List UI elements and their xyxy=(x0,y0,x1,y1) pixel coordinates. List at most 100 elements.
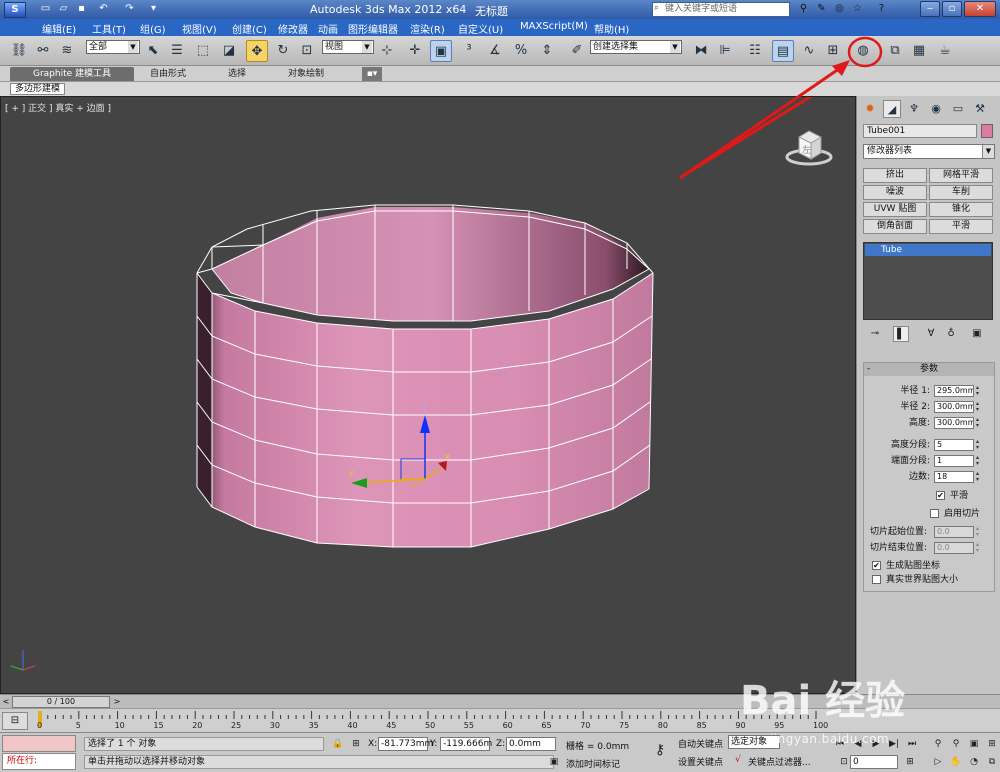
auto-key-button[interactable]: 自动关键点 xyxy=(678,737,723,750)
time-config-icon[interactable]: ⊞ xyxy=(902,755,918,769)
zoom-all-icon[interactable]: ⚲ xyxy=(948,737,964,751)
rendered-frame-icon[interactable]: ▦ xyxy=(908,40,930,62)
quick-access-dropdown-icon[interactable]: ▾ xyxy=(146,2,161,16)
maxscript-listener[interactable] xyxy=(2,735,76,752)
selection-filter-select[interactable]: 全部 ▼ xyxy=(86,40,140,54)
ribbon-options-icon[interactable]: ▪▾ xyxy=(362,67,382,81)
set-key-icon[interactable]: ⚷ xyxy=(648,743,672,757)
remove-modifier-icon[interactable]: ♁ xyxy=(943,326,959,342)
tab-selection[interactable]: 选择 xyxy=(228,67,246,81)
tab-object-paint[interactable]: 对象绘制 xyxy=(288,67,324,81)
subscription-icon[interactable]: ◎ xyxy=(832,2,847,16)
lock-selection-icon[interactable]: 🔒 xyxy=(330,737,346,751)
bind-space-warp-icon[interactable]: ≋ xyxy=(56,40,78,62)
select-and-rotate-icon[interactable]: ↻ xyxy=(272,40,294,62)
object-name-field[interactable]: Tube001 xyxy=(863,124,977,138)
menu-create[interactable]: 创建(C) xyxy=(232,21,267,36)
select-and-scale-icon[interactable]: ⊡ xyxy=(296,40,318,62)
tab-freeform[interactable]: 自由形式 xyxy=(150,67,186,81)
maximize-button[interactable]: ▫ xyxy=(942,1,962,17)
radius1-spinner[interactable]: ▴ ▾ xyxy=(976,385,982,397)
radius1-input[interactable]: 295.0mm xyxy=(934,385,974,397)
z-coord-input[interactable]: 0.0mm xyxy=(506,737,556,751)
menu-customize[interactable]: 自定义(U) xyxy=(458,21,503,36)
hierarchy-panel-icon[interactable]: ♆ xyxy=(905,100,923,118)
collapse-icon[interactable]: - xyxy=(867,363,870,376)
sides-input[interactable]: 18 xyxy=(934,471,974,483)
object-color-swatch[interactable] xyxy=(981,124,993,138)
zoom-icon[interactable]: ⚲ xyxy=(930,737,946,751)
menu-views[interactable]: 视图(V) xyxy=(182,21,217,36)
key-filters-button[interactable]: 关键点过滤器... xyxy=(748,755,811,768)
height-input[interactable]: 300.0mm xyxy=(934,417,974,429)
rect-selection-icon[interactable]: ⬚ xyxy=(192,40,214,62)
display-panel-icon[interactable]: ▭ xyxy=(949,100,967,118)
y-coord-input[interactable]: -119.666m xyxy=(440,737,492,751)
make-unique-icon[interactable]: ∀ xyxy=(923,326,939,342)
zoom-extents-icon[interactable]: ▣ xyxy=(966,737,982,751)
menu-modifiers[interactable]: 修改器 xyxy=(278,21,308,36)
parameters-rollout-title[interactable]: 参数 xyxy=(864,363,994,376)
modifier-list-select[interactable]: 修改器列表 ▼ xyxy=(863,144,995,159)
maxscript-line-field[interactable]: 所在行: xyxy=(2,753,76,770)
zoom-extents-all-icon[interactable]: ⊞ xyxy=(984,737,1000,751)
real-world-checkbox[interactable] xyxy=(872,575,881,584)
open-file-icon[interactable]: ▱ xyxy=(56,2,71,16)
slice-on-checkbox[interactable] xyxy=(930,509,939,518)
motion-panel-icon[interactable]: ◉ xyxy=(927,100,945,118)
time-tag-icon[interactable]: ▣ xyxy=(546,755,562,769)
field-of-view-icon[interactable]: ▷ xyxy=(930,755,946,769)
add-time-tag-button[interactable]: 添加时间标记 xyxy=(566,757,620,770)
orbit-icon[interactable]: ◔ xyxy=(966,755,982,769)
show-end-result-icon[interactable]: ▌ xyxy=(893,326,909,342)
pivot-center-icon[interactable]: ⊹ xyxy=(376,40,398,62)
undo-icon[interactable]: ↶ xyxy=(96,2,111,16)
percent-snap-icon[interactable]: % xyxy=(510,40,532,62)
slice-to-spinner[interactable]: ▴ ▾ xyxy=(976,542,982,554)
current-frame-input[interactable]: 0 xyxy=(850,755,898,769)
cap-segments-input[interactable]: 1 xyxy=(934,455,974,467)
modifier-lathe-button[interactable]: 车削 xyxy=(929,185,993,200)
help-search-input[interactable]: 键入关键字或短语 xyxy=(652,2,790,17)
save-icon[interactable]: ▪ xyxy=(74,2,89,16)
tab-graphite-modeling[interactable]: Graphite 建模工具 xyxy=(10,67,134,81)
unlink-icon[interactable]: ⚯ xyxy=(32,40,54,62)
modifier-uvw-map-button[interactable]: UVW 贴图 xyxy=(863,202,927,217)
link-icon[interactable]: ⛓ xyxy=(8,40,30,62)
menu-maxscript[interactable]: MAXScript(M) xyxy=(520,21,588,32)
maximize-viewport-icon[interactable]: ⧉ xyxy=(984,755,1000,769)
help-icon[interactable]: ? xyxy=(874,2,889,16)
modifier-taper-button[interactable]: 锥化 xyxy=(929,202,993,217)
app-logo[interactable]: S xyxy=(4,2,26,18)
menu-tools[interactable]: 工具(T) xyxy=(92,21,126,36)
utilities-panel-icon[interactable]: ⚒ xyxy=(971,100,989,118)
edit-named-selection-icon[interactable]: ✐ xyxy=(566,40,588,62)
modify-panel-icon[interactable]: ◢ xyxy=(883,100,901,118)
render-production-icon[interactable]: ☕ xyxy=(934,40,956,62)
next-frame-arrow-icon[interactable]: > xyxy=(112,696,122,708)
menu-edit[interactable]: 编辑(E) xyxy=(42,21,76,36)
radius2-input[interactable]: 300.0mm xyxy=(934,401,974,413)
menu-group[interactable]: 组(G) xyxy=(140,21,166,36)
modifier-smooth-button[interactable]: 平滑 xyxy=(929,219,993,234)
snap-toggle-icon[interactable]: ³ xyxy=(458,40,480,62)
modifier-meshsmooth-button[interactable]: 网格平滑 xyxy=(929,168,993,183)
height-segments-spinner[interactable]: ▴ ▾ xyxy=(976,439,982,451)
slice-from-spinner[interactable]: ▴ ▾ xyxy=(976,526,982,538)
key-filter-icon[interactable]: √ xyxy=(730,753,746,767)
menu-help[interactable]: 帮助(H) xyxy=(594,21,629,36)
polygon-modeling-panel[interactable]: 多边形建模 xyxy=(10,83,66,95)
menu-graph-editors[interactable]: 图形编辑器 xyxy=(348,21,398,36)
time-slider[interactable]: < 0 / 100 > xyxy=(0,694,1000,708)
radius2-spinner[interactable]: ▴ ▾ xyxy=(976,401,982,413)
redo-icon[interactable]: ↷ xyxy=(122,2,137,16)
go-to-end-icon[interactable]: ⏭ xyxy=(904,737,920,751)
select-manipulate-icon[interactable]: ✛ xyxy=(404,40,426,62)
gen-mapping-checkbox[interactable]: ✔ xyxy=(872,561,881,570)
reference-coord-select[interactable]: 视图 ▼ xyxy=(322,40,374,54)
spinner-snap-icon[interactable]: ⇕ xyxy=(536,40,558,62)
height-spinner[interactable]: ▴ ▾ xyxy=(976,417,982,429)
modifier-extrude-button[interactable]: 挤出 xyxy=(863,168,927,183)
height-segments-input[interactable]: 5 xyxy=(934,439,974,451)
minimize-button[interactable]: ‒ xyxy=(920,1,940,17)
